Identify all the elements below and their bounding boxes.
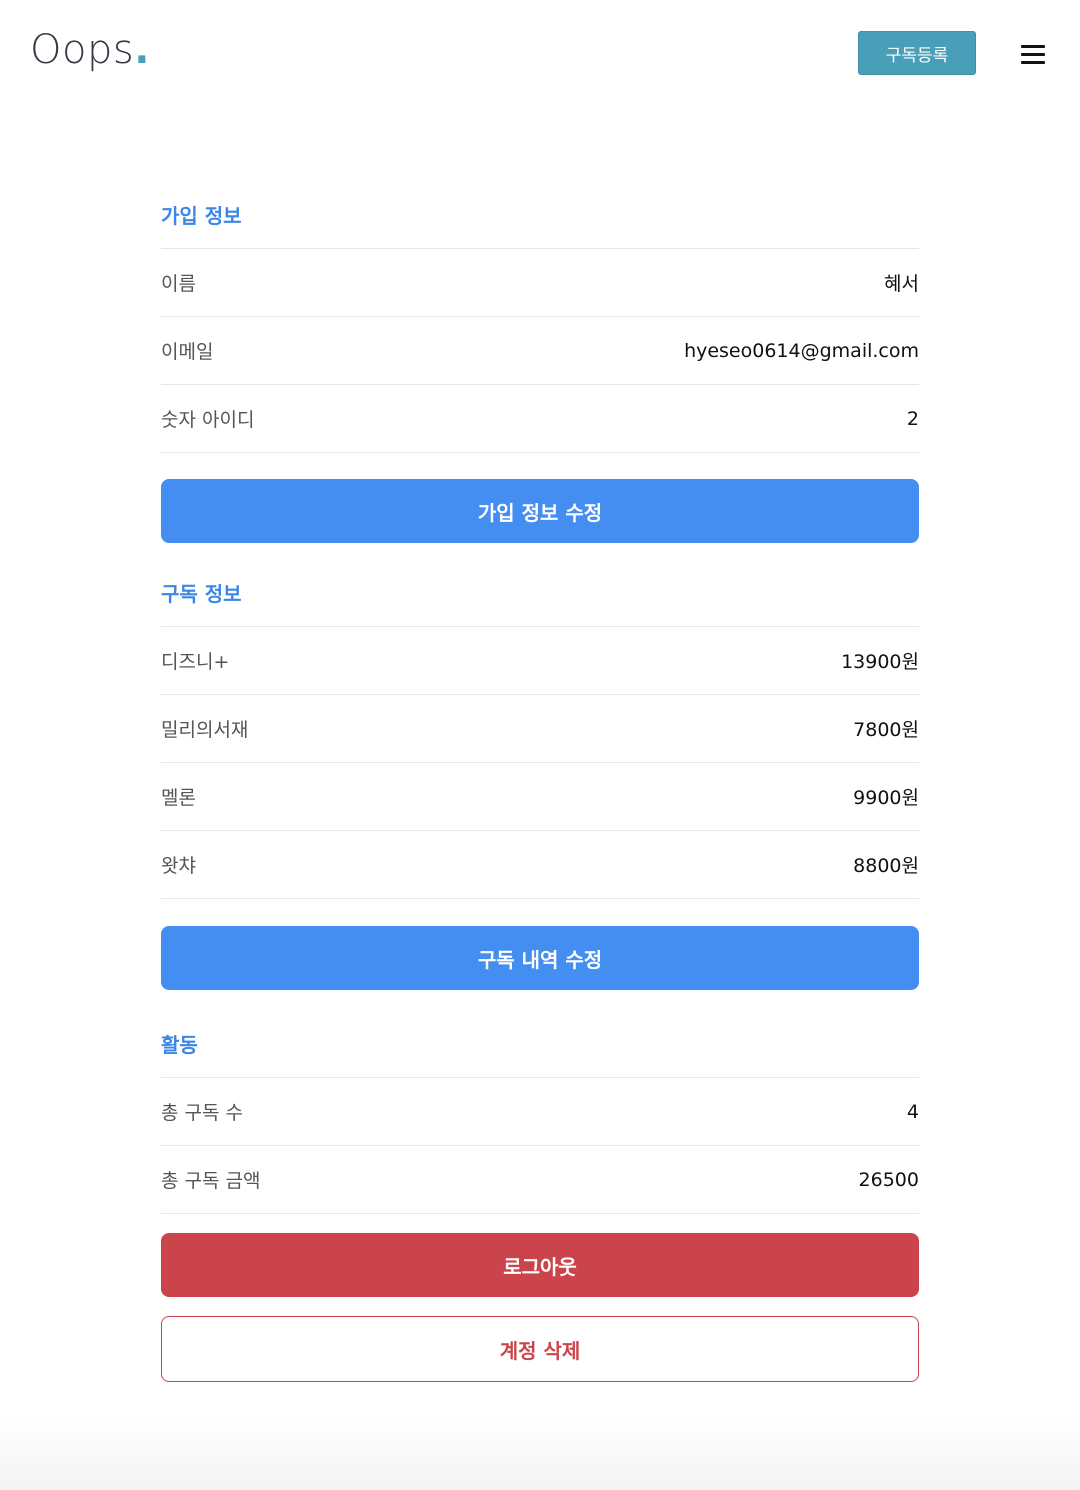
hamburger-menu-icon[interactable] xyxy=(1021,45,1047,67)
row-value: 8800원 xyxy=(853,855,919,877)
row-label: 총 구독 수 xyxy=(161,1102,243,1124)
row-value: 9900원 xyxy=(853,787,919,809)
row-label: 총 구독 금액 xyxy=(161,1170,261,1192)
info-row-numeric-id: 숫자 아이디 2 xyxy=(161,385,919,453)
logo-dot: . xyxy=(134,27,150,73)
info-row-email: 이메일 hyeseo0614@gmail.com xyxy=(161,317,919,385)
row-label: 멜론 xyxy=(161,787,196,809)
row-label: 밀리의서재 xyxy=(161,719,249,741)
subscription-row-millie: 밀리의서재 7800원 xyxy=(161,695,919,763)
row-value: 4 xyxy=(906,1100,919,1123)
activity-row-total-amount: 총 구독 금액 26500 xyxy=(161,1146,919,1214)
row-label: 디즈니+ xyxy=(161,651,230,673)
edit-subscriptions-button[interactable]: 구독 내역 수정 xyxy=(161,926,919,990)
subscription-row-disney: 디즈니+ 13900원 xyxy=(161,627,919,695)
edit-signup-info-button[interactable]: 가입 정보 수정 xyxy=(161,479,919,543)
row-value: 2 xyxy=(906,407,919,430)
row-label: 왓챠 xyxy=(161,855,196,877)
activity-title: 활동 xyxy=(161,1019,919,1078)
subscription-row-melon: 멜론 9900원 xyxy=(161,763,919,831)
my-page: Oops. 구독등록 가입 정보 이름 혜서 이메일 hyeseo0614@gm… xyxy=(0,0,1080,1490)
row-value: 26500 xyxy=(858,1168,919,1191)
delete-account-button[interactable]: 계정 삭제 xyxy=(161,1316,919,1382)
header: Oops. 구독등록 xyxy=(0,0,1080,100)
signup-info-title: 가입 정보 xyxy=(161,190,919,249)
activity-row-total-count: 총 구독 수 4 xyxy=(161,1078,919,1146)
info-row-name: 이름 혜서 xyxy=(161,249,919,317)
row-label: 이름 xyxy=(161,273,196,295)
logo-text: Oops xyxy=(30,27,135,73)
row-label: 이메일 xyxy=(161,341,214,363)
row-value: 13900원 xyxy=(841,651,919,673)
row-value: 혜서 xyxy=(884,273,919,295)
subscription-row-watcha: 왓챠 8800원 xyxy=(161,831,919,899)
row-value: hyeseo0614@gmail.com xyxy=(684,339,919,362)
row-value: 7800원 xyxy=(853,719,919,741)
logout-button[interactable]: 로그아웃 xyxy=(161,1233,919,1297)
row-label: 숫자 아이디 xyxy=(161,409,255,431)
subscription-info-title: 구독 정보 xyxy=(161,568,919,627)
subscribe-register-button[interactable]: 구독등록 xyxy=(858,31,976,75)
account-content: 가입 정보 이름 혜서 이메일 hyeseo0614@gmail.com 숫자 … xyxy=(161,190,919,1382)
logo[interactable]: Oops. xyxy=(30,26,150,74)
bottom-fade xyxy=(0,1420,1080,1490)
